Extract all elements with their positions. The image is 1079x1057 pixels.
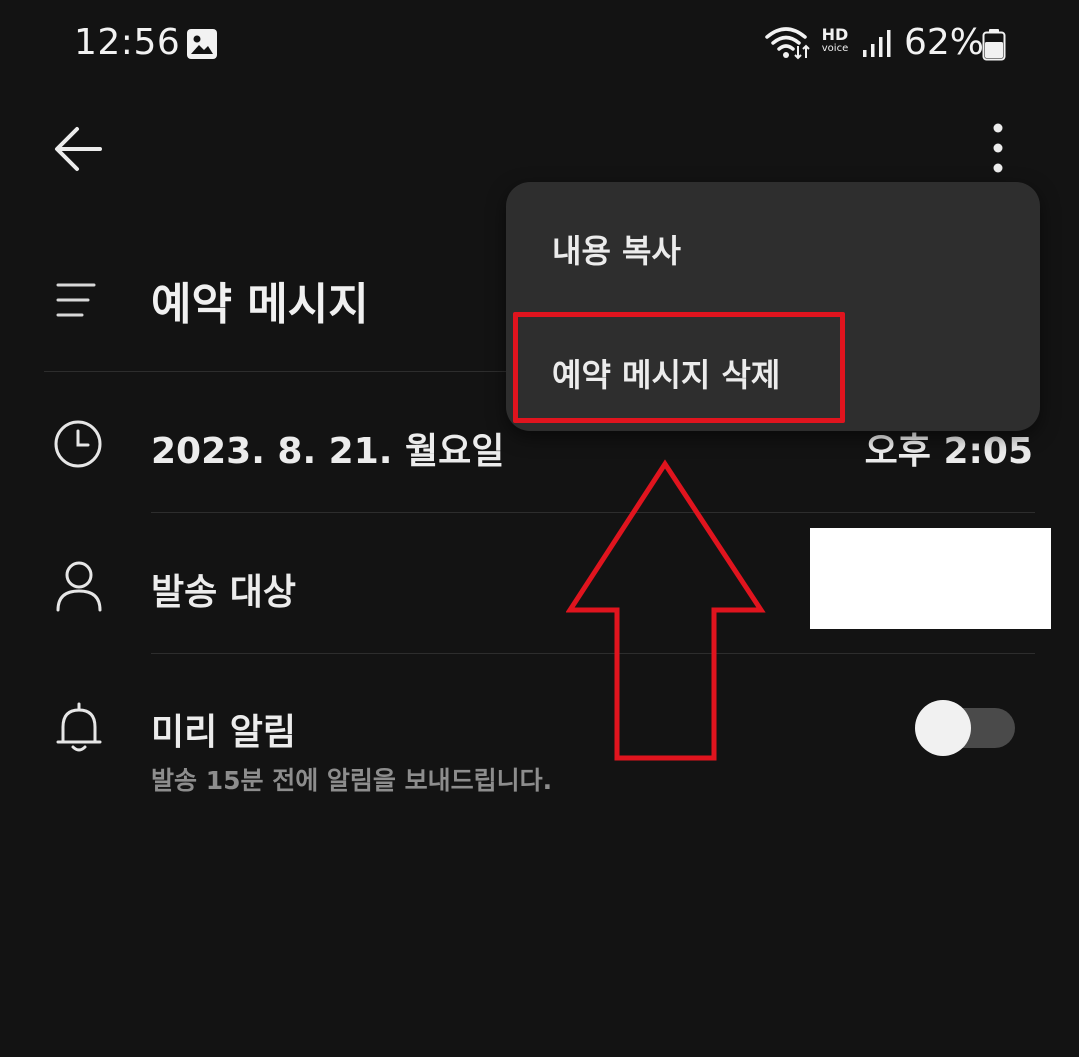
arrow-left-icon [55, 127, 102, 171]
hd-voice-icon: HD voice [817, 27, 853, 54]
signal-icon [862, 30, 892, 62]
recipient-label[interactable]: 발송 대상 [151, 563, 296, 615]
reminder-label: 미리 알림 [151, 712, 297, 753]
lines-icon [56, 282, 96, 322]
reminder-description: 발송 15분 전에 알림을 보내드립니다. [151, 766, 553, 795]
menu-item-copy-content[interactable]: 내용 복사 [552, 226, 681, 272]
toggle-thumb [915, 700, 971, 756]
schedule-date[interactable]: 2023. 8. 21. 월요일 [151, 422, 504, 474]
back-button[interactable] [52, 122, 106, 176]
battery-percent: 62% [904, 22, 985, 63]
person-icon [55, 560, 103, 616]
bell-icon [55, 702, 103, 758]
more-vertical-icon [993, 123, 1003, 173]
hd-label: HD [821, 25, 849, 44]
wifi-icon [764, 26, 812, 64]
status-time: 12:56 [74, 22, 181, 63]
screen: 12:56 HD voice 62% 예약 메시지 2023. 8. 21. 월… [0, 0, 1079, 1057]
highlight-box [513, 312, 845, 423]
recipient-value-redacted [810, 528, 1051, 629]
reminder-toggle[interactable] [915, 700, 1017, 756]
up-arrow-annotation-icon [565, 458, 768, 768]
clock-icon [53, 419, 103, 473]
more-options-button[interactable] [978, 120, 1018, 180]
gallery-icon [186, 28, 218, 64]
voice-label: voice [821, 43, 849, 54]
battery-icon [982, 29, 1006, 65]
page-title: 예약 메시지 [151, 279, 369, 330]
